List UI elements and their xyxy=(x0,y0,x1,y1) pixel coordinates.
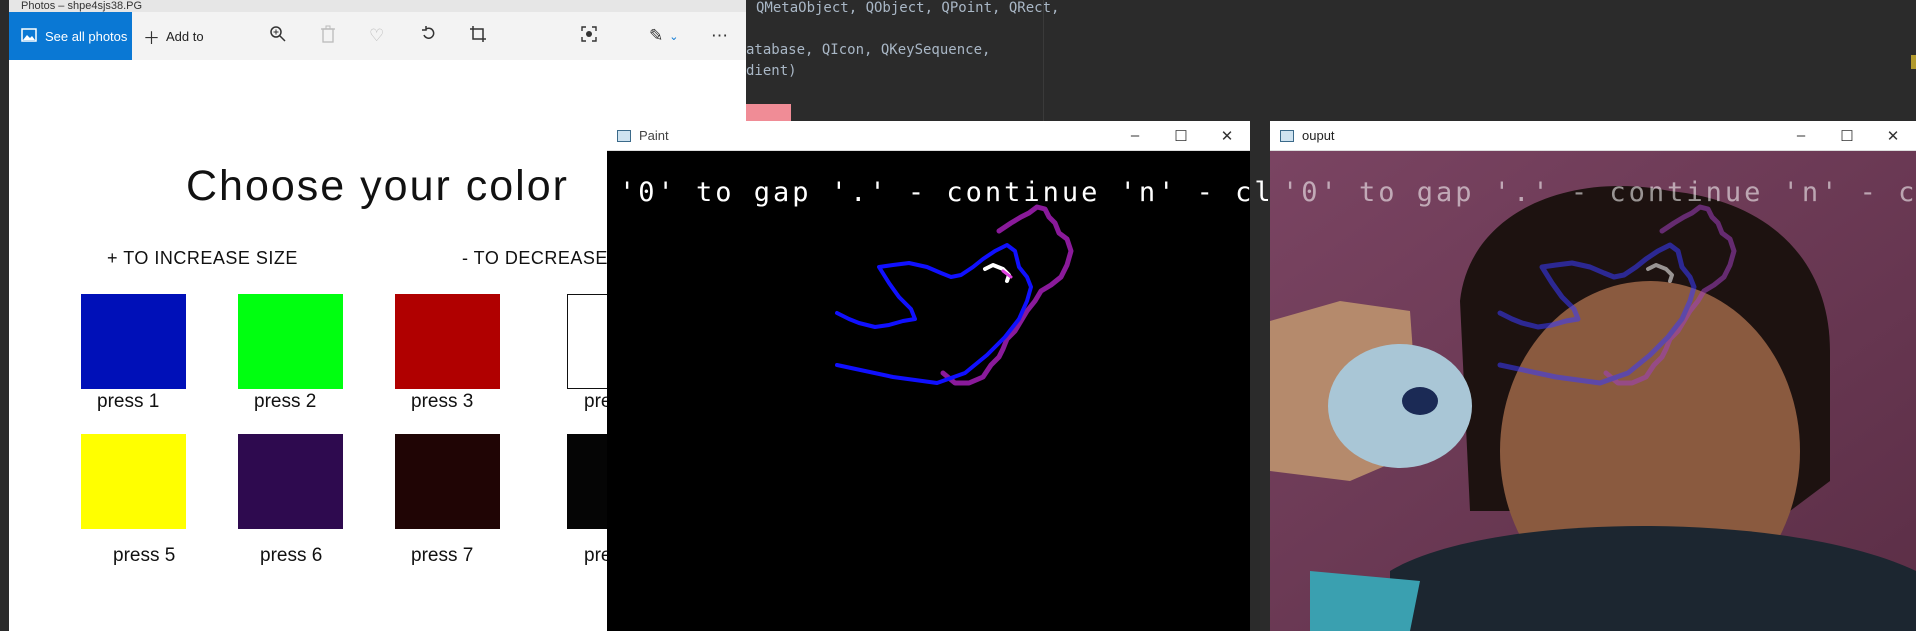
photos-toolbar: See all photos ＋ Add to ♡ ✎ ⌄ ⋯ xyxy=(9,12,746,60)
output-instructions: '0' to gap '.' - continue 'n' - clear xyxy=(1282,177,1916,208)
edit-create-button[interactable]: ✎ ⌄ xyxy=(649,12,678,60)
rotate-button[interactable] xyxy=(420,12,438,60)
paint-window-title: Paint xyxy=(639,128,669,143)
minimize-button[interactable]: – xyxy=(1112,121,1158,150)
swatch-label: press 3 xyxy=(411,391,474,412)
minimize-button[interactable]: – xyxy=(1778,121,1824,150)
add-to-label: Add to xyxy=(166,28,204,44)
plus-icon: ＋ xyxy=(143,28,160,48)
add-to-button[interactable]: ＋ Add to xyxy=(143,12,204,60)
zoom-in-icon xyxy=(269,25,287,48)
chevron-down-icon: ⌄ xyxy=(669,30,679,43)
color-swatch-yellow xyxy=(81,434,186,529)
gutter-warning-mark xyxy=(1911,55,1916,69)
maximize-button[interactable]: ☐ xyxy=(1158,121,1204,150)
maximize-button[interactable]: ☐ xyxy=(1824,121,1870,150)
swatch-label: press 7 xyxy=(411,545,474,566)
zoom-button[interactable] xyxy=(269,12,287,60)
paint-window: Paint – ☐ ✕ '0' to gap '.' - continue 'n… xyxy=(607,121,1328,631)
page-title: Choose your color xyxy=(186,162,569,210)
crop-icon xyxy=(469,25,487,48)
favorite-button[interactable]: ♡ xyxy=(369,12,384,60)
rotate-icon xyxy=(420,25,438,48)
code-line-1: QMetaObject, QObject, QPoint, QRect, xyxy=(756,0,1060,16)
decrease-size-text: - TO DECREASE xyxy=(462,248,608,268)
more-options-button[interactable]: ⋯ xyxy=(711,12,728,60)
swatch-label: press 2 xyxy=(254,391,317,412)
color-swatch-purple xyxy=(238,434,343,529)
close-button[interactable]: ✕ xyxy=(1870,121,1916,150)
window-app-icon xyxy=(617,129,631,142)
heart-icon: ♡ xyxy=(369,26,385,45)
see-all-photos-label: See all photos xyxy=(45,28,128,44)
code-line-3: dient) xyxy=(746,63,797,79)
webcam-feed xyxy=(1270,151,1916,631)
color-swatch-green xyxy=(238,294,343,389)
color-swatch-blue xyxy=(81,294,186,389)
paint-titlebar: Paint – ☐ ✕ xyxy=(607,121,1250,151)
code-line-2: atabase, QIcon, QKeySequence, xyxy=(746,42,991,58)
error-marker xyxy=(746,104,791,122)
photos-titlebar: Photos – shpe4sjs38.PG xyxy=(9,0,746,12)
visual-search-button[interactable] xyxy=(580,12,598,60)
increase-size-text: + TO INCREASE SIZE xyxy=(107,248,298,268)
see-all-photos-button[interactable]: See all photos xyxy=(9,12,132,60)
crop-button[interactable] xyxy=(469,12,487,60)
paint-canvas xyxy=(835,204,1074,386)
output-titlebar: ouput – ☐ ✕ xyxy=(1270,121,1916,151)
color-swatch-red xyxy=(395,294,500,389)
output-window-title: ouput xyxy=(1302,128,1335,143)
swatch-label: press 5 xyxy=(113,545,176,566)
trash-icon xyxy=(320,25,336,48)
color-swatch-maroon xyxy=(395,434,500,529)
swatch-label: press 6 xyxy=(260,545,323,566)
focus-icon xyxy=(580,25,598,48)
close-button[interactable]: ✕ xyxy=(1204,121,1250,150)
window-app-icon xyxy=(1280,129,1294,142)
photos-icon xyxy=(21,27,37,45)
edit-tools-icon: ✎ xyxy=(649,26,664,45)
delete-button[interactable] xyxy=(320,12,336,60)
output-window: ouput – ☐ ✕ '0' to gap '.' - continue 'n… xyxy=(1270,121,1916,631)
more-icon: ⋯ xyxy=(711,26,728,45)
swatch-label: press 1 xyxy=(97,391,160,412)
